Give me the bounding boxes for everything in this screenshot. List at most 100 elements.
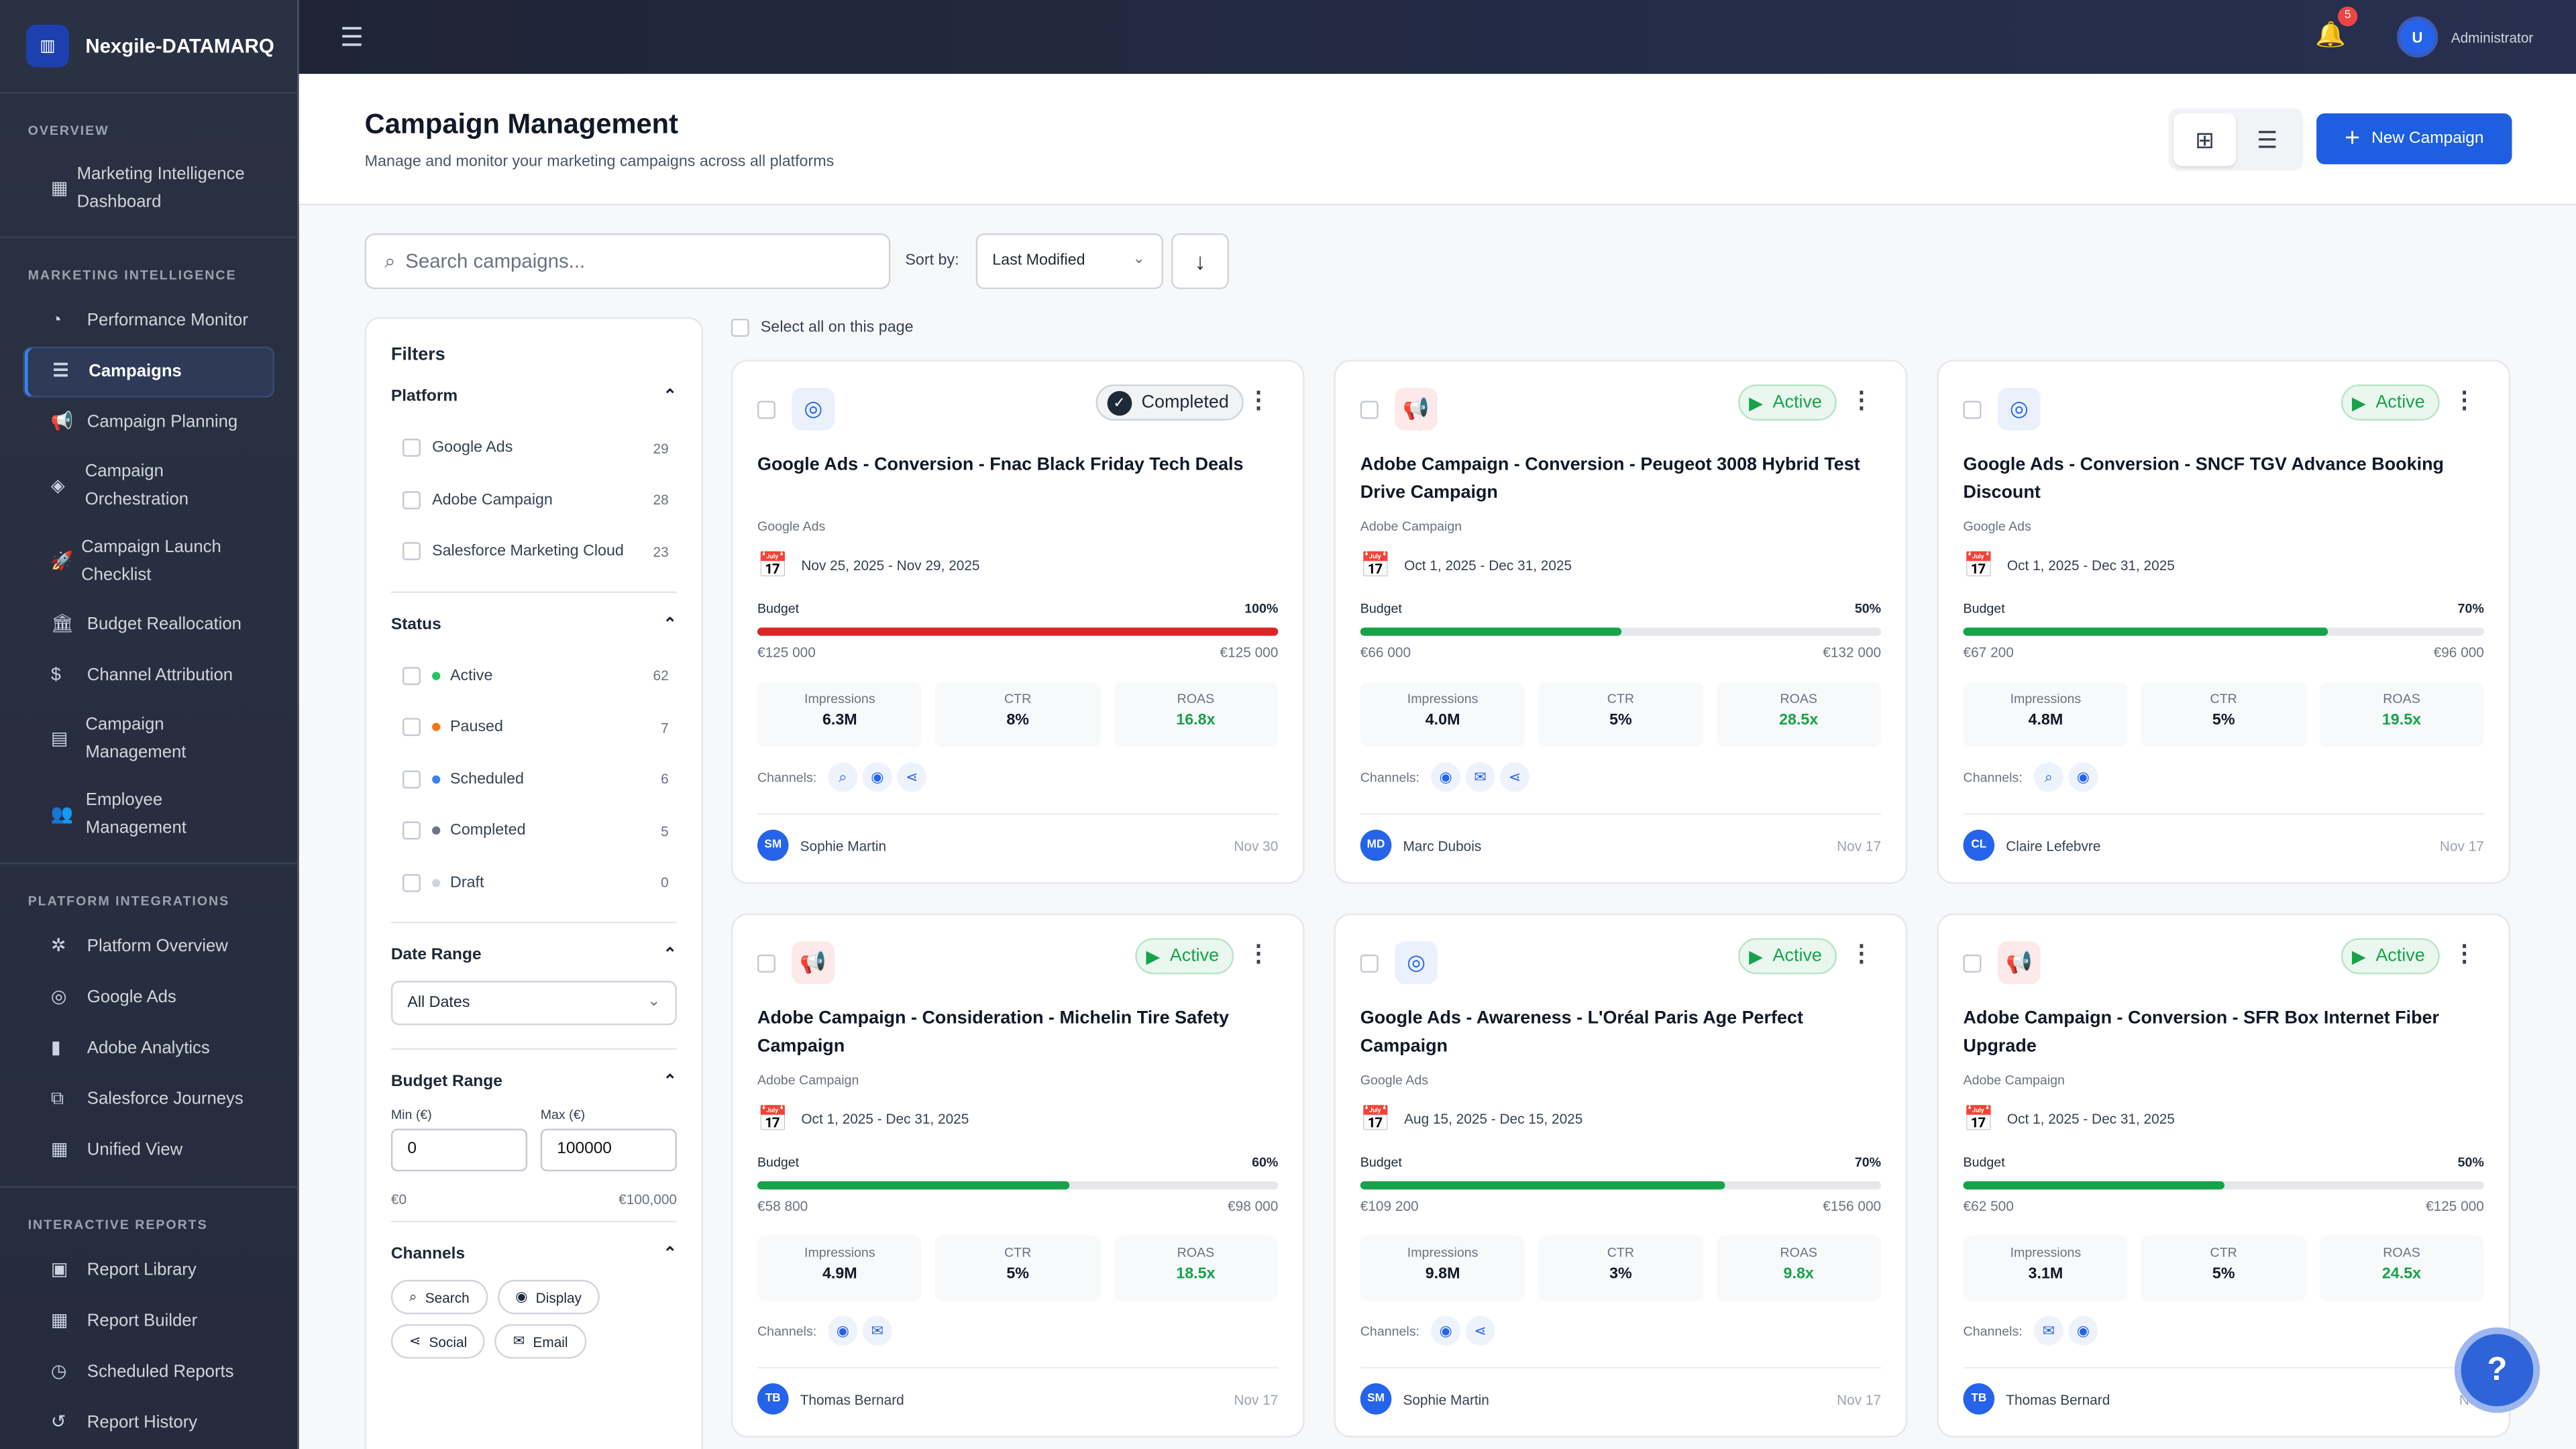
sidebar-item[interactable]: ◔ Performance Monitor — [23, 296, 274, 347]
checkbox[interactable] — [402, 718, 421, 737]
status-dot — [432, 826, 441, 835]
card-checkbox[interactable] — [757, 400, 775, 419]
sidebar-item[interactable]: ✲ Platform Overview — [23, 922, 274, 973]
filter-option[interactable]: Draft 0 — [391, 857, 677, 908]
more-options-icon[interactable]: ⋮ — [1247, 386, 1270, 415]
user-menu[interactable]: U Administrator — [2396, 16, 2533, 58]
search-input[interactable]: ⌕ Search campaigns... — [364, 233, 891, 290]
grid-view-icon[interactable]: ⊞ — [2174, 113, 2237, 166]
sidebar-item[interactable]: $ Channel Attribution — [23, 651, 274, 702]
checkbox[interactable] — [402, 666, 421, 685]
sidebar-item[interactable]: ⧉ Salesforce Journeys — [23, 1075, 274, 1126]
budget-max-input[interactable]: 100000 — [540, 1128, 677, 1172]
filter-option[interactable]: Completed 5 — [391, 805, 677, 857]
filter-option[interactable]: Adobe Campaign 28 — [391, 474, 677, 526]
card-checkbox[interactable] — [1963, 954, 1982, 973]
channel-chip[interactable]: ◉ Display — [497, 1279, 600, 1315]
channel-chip[interactable]: ⌕ Search — [390, 1279, 488, 1315]
more-options-icon[interactable]: ⋮ — [2453, 386, 2475, 415]
eye-icon: ◉ — [515, 1288, 528, 1305]
campaign-title[interactable]: Adobe Campaign - Conversion - SFR Box In… — [1964, 1006, 2484, 1061]
budget-progress-fill — [757, 1181, 1070, 1190]
sidebar-item[interactable]: 👥 Employee Management — [23, 777, 274, 853]
status-badge: ▶ Active — [2340, 938, 2440, 975]
more-options-icon[interactable]: ⋮ — [2453, 940, 2475, 968]
chevron-up-icon[interactable]: ⌃ — [663, 615, 677, 633]
filter-option[interactable]: Active 62 — [391, 650, 677, 702]
card-checkbox[interactable] — [1963, 400, 1982, 419]
sidebar-item[interactable]: ◷ Scheduled Reports — [23, 1347, 274, 1398]
campaign-title[interactable]: Google Ads - Conversion - Fnac Black Fri… — [757, 451, 1278, 480]
filter-option[interactable]: Google Ads 29 — [391, 422, 677, 474]
checkbox[interactable] — [402, 822, 421, 841]
metric-value: 28.5x — [1779, 711, 1819, 730]
card-checkbox[interactable] — [1360, 400, 1379, 419]
sidebar-item[interactable]: 🏛 Budget Reallocation — [23, 600, 274, 651]
sidebar-item[interactable]: ◈ Campaign Orchestration — [23, 449, 274, 525]
sidebar-item[interactable]: ↺ Report History — [23, 1398, 274, 1449]
roas-metric: ROAS 28.5x — [1716, 682, 1882, 748]
campaign-dates: Oct 1, 2025 - Dec 31, 2025 — [1404, 557, 1572, 574]
checkbox[interactable] — [402, 769, 421, 788]
list-view-icon[interactable]: ☰ — [2236, 113, 2298, 166]
budget-progress-fill — [1360, 1181, 1725, 1190]
campaign-title[interactable]: Google Ads - Awareness - L'Oréal Paris A… — [1360, 1006, 1881, 1061]
campaign-card[interactable]: ◎ ✓ Completed ⋮ Google Ads - Conversion -… — [731, 360, 1305, 884]
sidebar-item[interactable]: 🚀 Campaign Launch Checklist — [23, 524, 274, 600]
select-all-checkbox[interactable] — [731, 319, 749, 337]
campaign-card[interactable]: 📢 ▶ Active ⋮ Adobe Campaign - Considerati… — [731, 913, 1305, 1438]
checkbox[interactable] — [402, 542, 421, 561]
menu-icon[interactable]: ☰ — [340, 21, 364, 54]
budget-percent: 70% — [2457, 601, 2484, 616]
budget-min-input[interactable]: 0 — [390, 1128, 528, 1172]
campaign-title[interactable]: Adobe Campaign - Consideration - Micheli… — [757, 1006, 1278, 1061]
chevron-up-icon[interactable]: ⌃ — [663, 947, 677, 965]
clock-icon: ◷ — [50, 1362, 67, 1382]
campaign-title[interactable]: Google Ads - Conversion - SNCF TGV Advan… — [1964, 451, 2484, 507]
budget-total: €96 000 — [2433, 644, 2484, 661]
select-all[interactable]: Select all on this page — [731, 319, 914, 337]
more-options-icon[interactable]: ⋮ — [1850, 940, 1873, 968]
sidebar-item[interactable]: ▦ Report Builder — [23, 1296, 274, 1347]
sort-direction-button[interactable]: ↓ — [1171, 233, 1229, 290]
notifications-bell-icon[interactable]: 🔔 5 — [2315, 6, 2358, 49]
sidebar-item[interactable]: ▤ Campaign Management — [23, 702, 274, 777]
card-checkbox[interactable] — [757, 954, 775, 973]
option-label: Scheduled — [450, 769, 525, 788]
checkbox[interactable] — [402, 439, 421, 458]
more-options-icon[interactable]: ⋮ — [1247, 940, 1270, 968]
campaign-card[interactable]: ◎ ▶ Active ⋮ Google Ads - Conversion - SN… — [1937, 360, 2511, 884]
campaign-card[interactable]: 📢 ▶ Active ⋮ Adobe Campaign - Conversion … — [1334, 360, 1908, 884]
channels-label: Channels: — [1963, 769, 2023, 785]
campaign-card[interactable]: ◎ ▶ Active ⋮ Google Ads - Awareness - L'O… — [1334, 913, 1908, 1438]
checkbox[interactable] — [402, 490, 421, 509]
more-options-icon[interactable]: ⋮ — [1850, 386, 1873, 415]
chevron-up-icon[interactable]: ⌃ — [663, 1245, 677, 1263]
campaign-card[interactable]: 📢 ▶ Active ⋮ Adobe Campaign - Conversion … — [1937, 913, 2511, 1438]
filter-option[interactable]: Scheduled 6 — [391, 753, 677, 805]
sidebar-item[interactable]: ▣ Report Library — [23, 1245, 274, 1296]
campaign-title[interactable]: Adobe Campaign - Conversion - Peugeot 30… — [1360, 451, 1881, 507]
chevron-up-icon[interactable]: ⌃ — [663, 1073, 677, 1091]
checkbox[interactable] — [402, 873, 421, 892]
filter-option[interactable]: Salesforce Marketing Cloud 23 — [391, 526, 677, 578]
sidebar-item[interactable]: ◎ Google Ads — [23, 973, 274, 1024]
status-label: Active — [1772, 946, 1822, 967]
filter-option[interactable]: Paused 7 — [391, 702, 677, 753]
sidebar-item[interactable]: ▦ Marketing Intelligence Dashboard — [23, 151, 274, 227]
budget-label: Budget — [757, 1155, 800, 1170]
owner-avatar: SM — [757, 829, 789, 861]
channel-chip[interactable]: ⋖ Social — [390, 1324, 486, 1359]
sort-select[interactable]: Last Modified ⌄ — [975, 233, 1163, 290]
card-checkbox[interactable] — [1360, 954, 1379, 973]
date-range-select[interactable]: All Dates ⌄ — [390, 981, 677, 1026]
sidebar-item[interactable]: 📢 Campaign Planning — [23, 398, 274, 449]
brand[interactable]: ▥ Nexgile-DATAMARQ — [0, 0, 298, 94]
help-button[interactable]: ? — [2454, 1327, 2540, 1413]
chevron-up-icon[interactable]: ⌃ — [663, 388, 677, 406]
sidebar-item[interactable]: ▮ Adobe Analytics — [23, 1024, 274, 1075]
sidebar-item[interactable]: ☰ Campaigns — [23, 346, 274, 398]
channel-chip[interactable]: ✉ Email — [494, 1324, 586, 1359]
new-campaign-button[interactable]: + New Campaign — [2316, 113, 2512, 164]
sidebar-item[interactable]: ▦ Unified View — [23, 1126, 274, 1177]
